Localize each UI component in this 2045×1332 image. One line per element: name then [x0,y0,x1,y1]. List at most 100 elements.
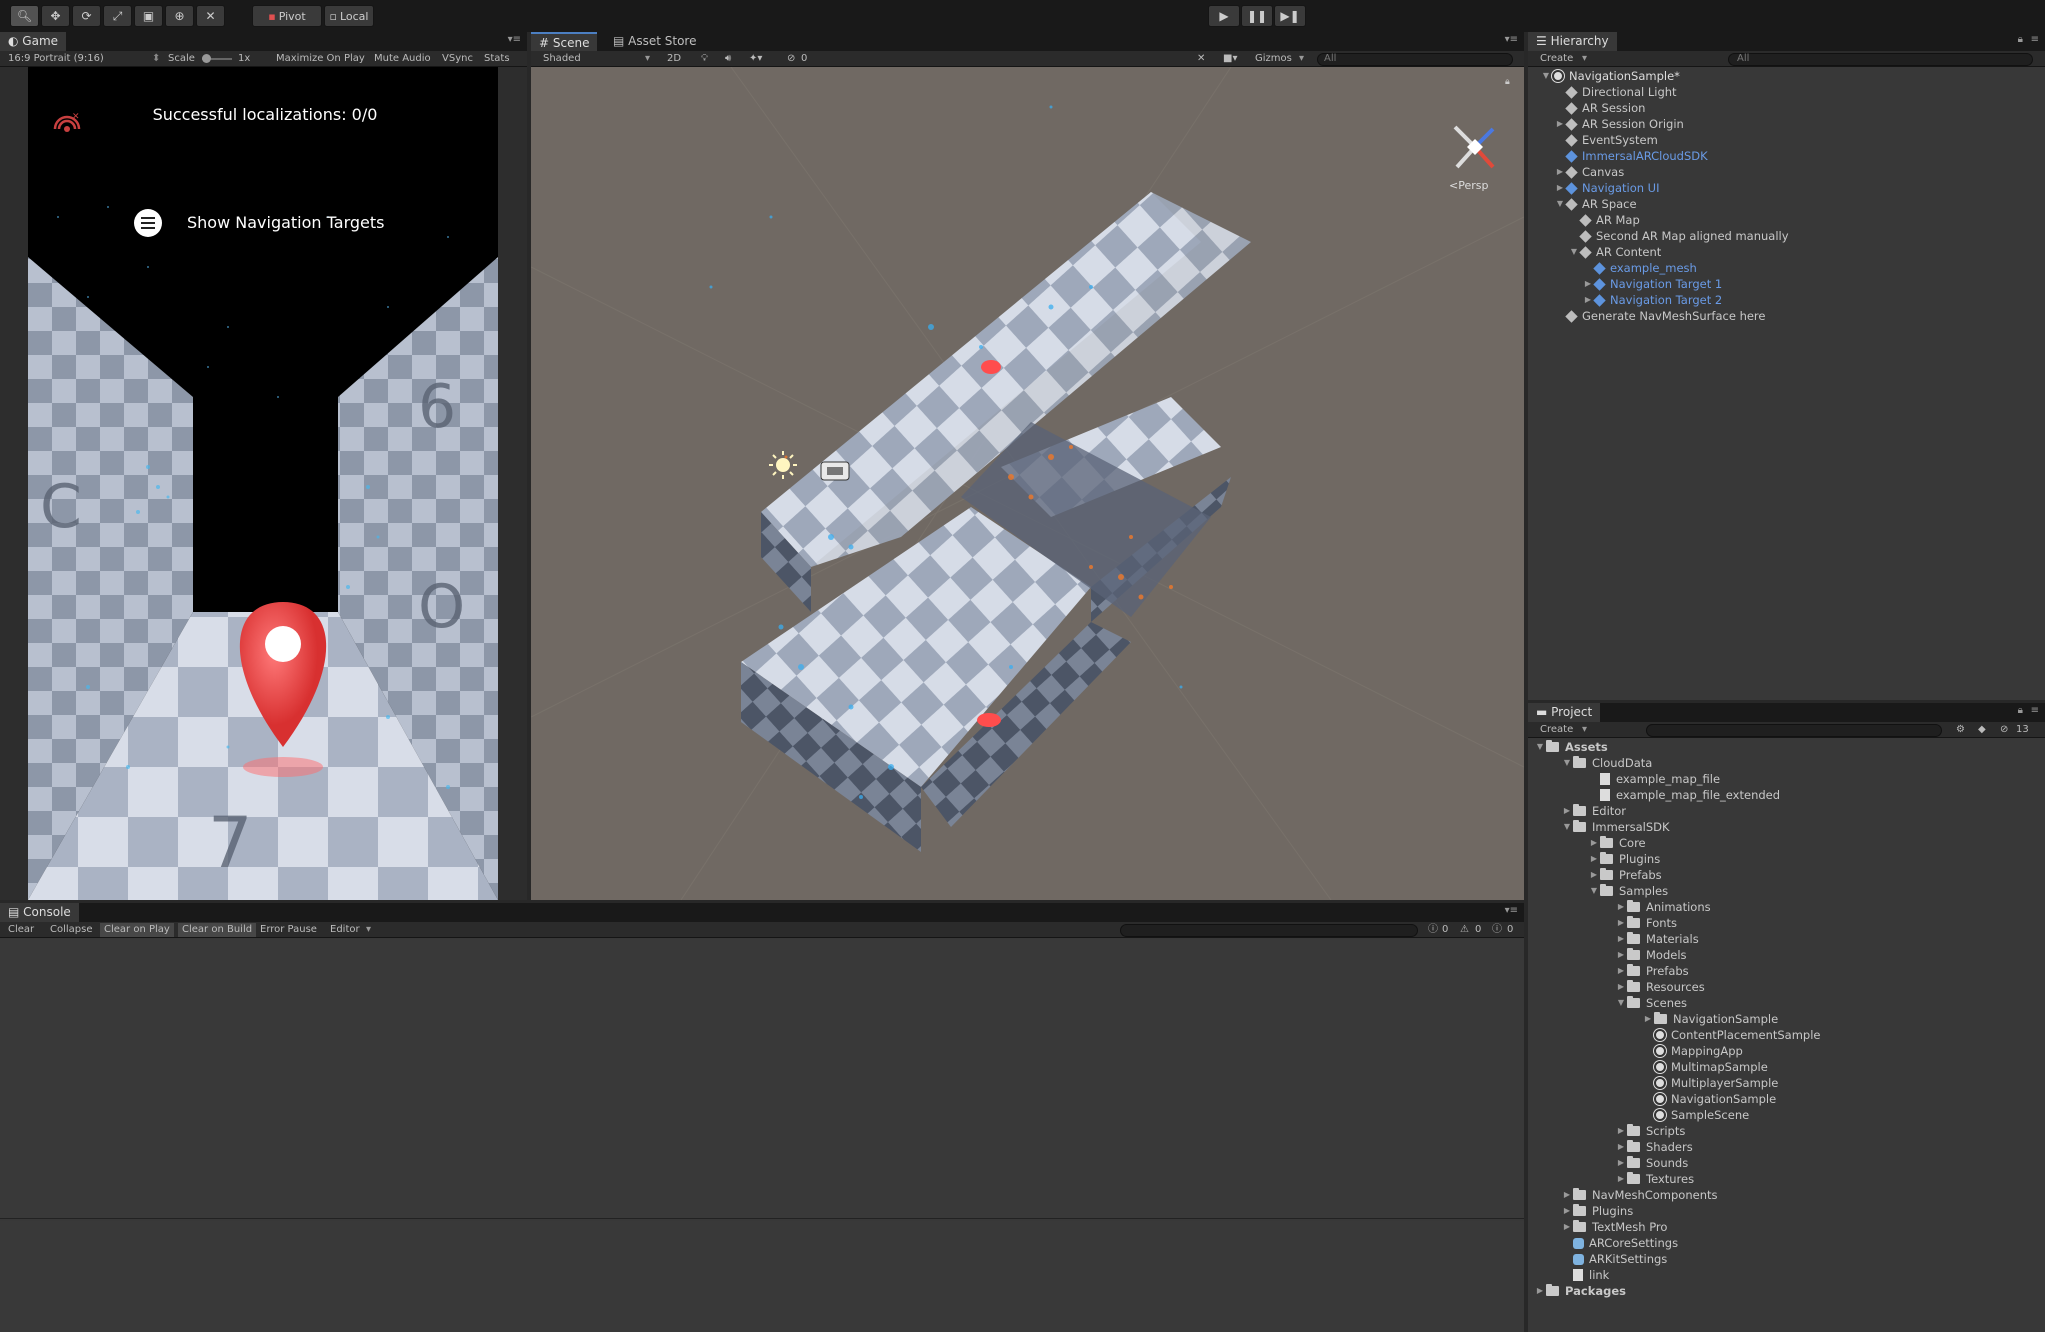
collapsed-arrow-icon[interactable]: ▶ [1588,851,1600,867]
collapsed-arrow-icon[interactable]: ▶ [1561,803,1573,819]
info-icon[interactable]: ⓘ [1428,923,1438,937]
scale-slider-handle[interactable] [202,54,211,63]
hierarchy-item[interactable]: ▶ AR Session Origin [1554,116,1684,132]
hierarchy-item[interactable]: Second AR Map aligned manually [1568,228,1789,244]
step-button[interactable]: ▶❚ [1274,5,1306,27]
hierarchy-item[interactable]: ▼ AR Space [1554,196,1637,212]
expanded-arrow-icon[interactable]: ▼ [1561,819,1573,835]
local-toggle[interactable]: ▫ Local [324,5,374,27]
rotate-tool-button[interactable]: ⟳ [72,5,101,27]
project-item[interactable]: ▼ ImmersalSDK [1561,819,1670,835]
editor-dropdown[interactable]: Editor [330,923,360,937]
scene-panel-menu-icon[interactable]: ▾≡ [1505,34,1518,45]
custom-tool-button[interactable]: ✕ [196,5,225,27]
project-item[interactable]: link [1561,1267,1609,1283]
tab-console[interactable]: ▤ Console [0,903,79,922]
hierarchy-item[interactable]: ▼ NavigationSample* [1540,68,1680,84]
orientation-gizmo[interactable] [1445,117,1505,177]
hierarchy-lock-icon[interactable]: 🔒︎ [2018,34,2023,45]
error-pause-toggle[interactable]: Error Pause [260,923,317,937]
expanded-arrow-icon[interactable]: ▼ [1534,739,1546,755]
warning-icon[interactable]: ⚠ [1460,923,1469,937]
hierarchy-item[interactable]: example_mesh [1582,260,1697,276]
project-item[interactable]: ▼ CloudData [1561,755,1652,771]
project-item[interactable]: ▶ Prefabs [1615,963,1689,979]
collapsed-arrow-icon[interactable]: ▶ [1534,1283,1546,1299]
project-item[interactable]: ▶ Plugins [1588,851,1660,867]
scene-search-input[interactable]: All [1317,53,1513,66]
lighting-toggle-icon[interactable]: 💡︎ [701,52,708,66]
project-item[interactable]: ▶ Resources [1615,979,1705,995]
tools-settings-icon[interactable]: ✕ [1197,52,1205,66]
project-item[interactable]: SampleScene [1642,1107,1749,1123]
console-log-area[interactable] [0,939,1524,1219]
collapsed-arrow-icon[interactable]: ▶ [1615,931,1627,947]
show-targets-label[interactable]: Show Navigation Targets [187,213,384,232]
project-item[interactable]: ▶ Core [1588,835,1646,851]
collapsed-arrow-icon[interactable]: ▶ [1561,1203,1573,1219]
rect-tool-button[interactable]: ▣ [134,5,163,27]
hierarchy-item[interactable]: ▶ Navigation Target 2 [1582,292,1722,308]
maximize-on-play-toggle[interactable]: Maximize On Play [276,52,365,66]
expanded-arrow-icon[interactable]: ▼ [1540,68,1552,84]
project-item[interactable]: ▶ Models [1615,947,1687,963]
clear-button[interactable]: Clear [8,923,34,937]
gizmo-lock-icon[interactable]: 🔒︎ [1505,77,1510,87]
project-item[interactable]: ▶ Editor [1561,803,1626,819]
show-targets-button[interactable] [134,209,162,237]
directional-light-icon[interactable] [769,451,797,479]
stats-toggle[interactable]: Stats [484,52,510,66]
tab-asset-store[interactable]: ▤ Asset Store [605,32,705,51]
collapsed-arrow-icon[interactable]: ▶ [1615,915,1627,931]
project-item[interactable]: ▶ Scripts [1615,1123,1685,1139]
collapsed-arrow-icon[interactable]: ▶ [1615,899,1627,915]
project-item[interactable]: ContentPlacementSample [1642,1027,1821,1043]
project-search-input[interactable] [1646,724,1942,737]
project-item[interactable]: ARCoreSettings [1561,1235,1678,1251]
project-item[interactable]: NavigationSample [1642,1091,1776,1107]
expanded-arrow-icon[interactable]: ▼ [1561,755,1573,771]
example-mesh[interactable] [741,192,1251,852]
project-item[interactable]: ARKitSettings [1561,1251,1667,1267]
tab-game[interactable]: ◐ Game [0,32,67,51]
project-item[interactable]: ▶ Materials [1615,931,1699,947]
project-item[interactable]: ▶ TextMesh Pro [1561,1219,1667,1235]
hierarchy-menu-icon[interactable]: ≡ [2031,34,2039,45]
gizmos-dropdown[interactable]: Gizmos [1255,52,1292,66]
collapsed-arrow-icon[interactable]: ▶ [1561,1219,1573,1235]
expanded-arrow-icon[interactable]: ▼ [1615,995,1627,1011]
aspect-dropdown[interactable]: 16:9 Portrait (9:16) [8,52,104,66]
tab-hierarchy[interactable]: ☰ Hierarchy [1528,32,1617,51]
vsync-toggle[interactable]: VSync [442,52,473,66]
project-item[interactable]: ▶ NavMeshComponents [1561,1187,1718,1203]
scale-tool-button[interactable]: ⤢ [103,5,132,27]
collapsed-arrow-icon[interactable]: ▶ [1615,963,1627,979]
project-item[interactable]: MultimapSample [1642,1059,1768,1075]
project-item[interactable]: example_map_file [1588,771,1720,787]
tab-project[interactable]: ▬ Project [1528,703,1601,722]
hierarchy-item[interactable]: ▶ Navigation Target 1 [1582,276,1722,292]
project-item[interactable]: ▼ Scenes [1615,995,1687,1011]
project-item[interactable]: MappingApp [1642,1043,1743,1059]
collapse-toggle[interactable]: Collapse [50,923,93,937]
pivot-toggle[interactable]: ▪ Pivot [252,5,322,27]
pause-button[interactable]: ❚❚ [1241,5,1273,27]
project-item[interactable]: MultiplayerSample [1642,1075,1778,1091]
tab-scene[interactable]: # Scene [531,32,598,51]
hierarchy-item[interactable]: ImmersalARCloudSDK [1554,148,1708,164]
collapsed-arrow-icon[interactable]: ▶ [1642,1011,1654,1027]
hierarchy-item[interactable]: EventSystem [1554,132,1658,148]
game-view-render[interactable]: C 6 O 7 [28,67,498,900]
hand-tool-button[interactable]: 🔍︎ [10,5,39,27]
hierarchy-search-input[interactable]: All [1728,53,2033,66]
project-item[interactable]: ▼ Samples [1588,883,1668,899]
project-item[interactable]: ▼ Assets [1534,739,1608,755]
hierarchy-item[interactable]: AR Map [1568,212,1640,228]
collapsed-arrow-icon[interactable]: ▶ [1615,979,1627,995]
camera-icon[interactable]: ■▾ [1223,52,1237,66]
filter-label-icon[interactable]: ◆ [1978,723,1986,737]
project-item[interactable]: ▶ Shaders [1615,1139,1693,1155]
project-item[interactable]: example_map_file_extended [1588,787,1780,803]
clear-on-build-toggle[interactable]: Clear on Build [178,923,257,937]
project-item[interactable]: ▶ Textures [1615,1171,1694,1187]
